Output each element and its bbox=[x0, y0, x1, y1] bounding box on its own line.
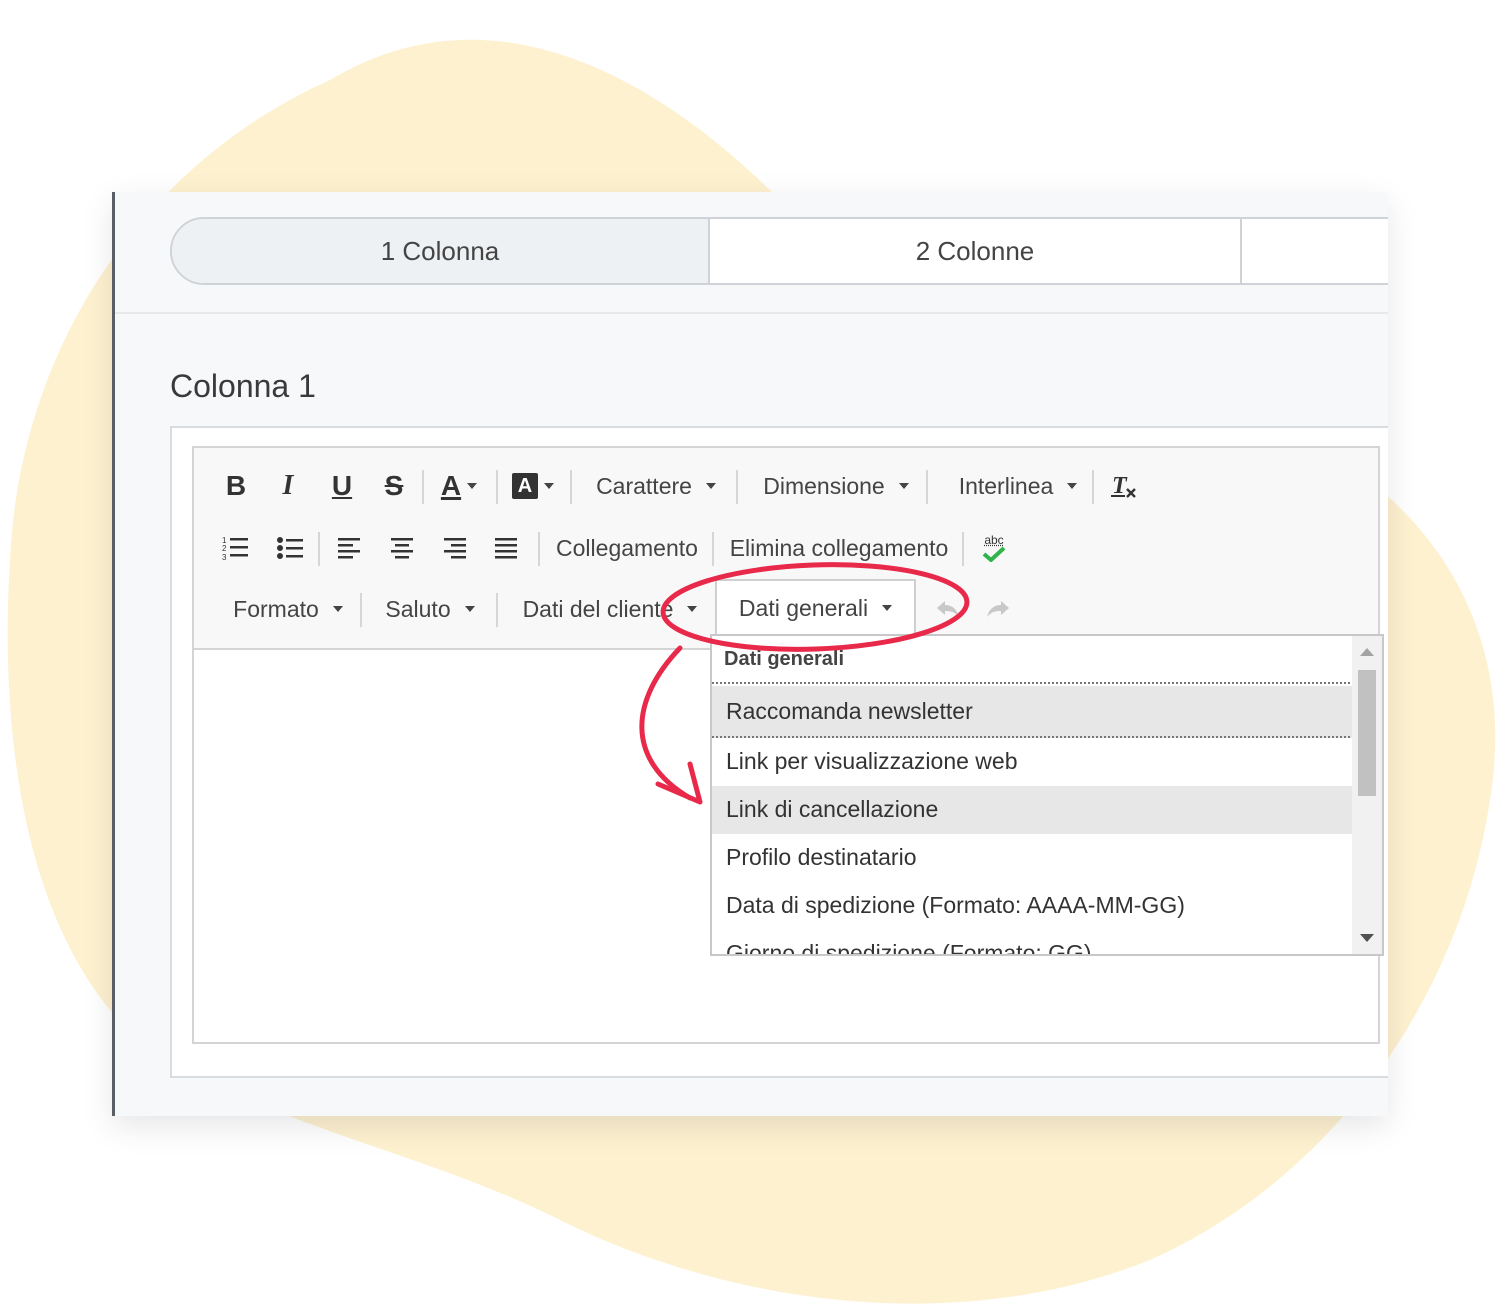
separator bbox=[538, 532, 540, 566]
separator bbox=[570, 470, 572, 504]
spellcheck-icon[interactable]: abc bbox=[972, 520, 1016, 576]
format-dropdown[interactable]: Formato bbox=[226, 581, 350, 637]
toolbar-row-2: 123 Collegamento Elimina collegamento ab… bbox=[194, 520, 1378, 576]
scroll-up-icon[interactable] bbox=[1360, 648, 1374, 656]
unlink-button[interactable]: Elimina collegamento bbox=[726, 520, 952, 576]
separator bbox=[712, 532, 714, 566]
column-title: Colonna 1 bbox=[170, 368, 316, 404]
separator bbox=[1092, 470, 1094, 504]
tab-3-columns[interactable] bbox=[1242, 219, 1388, 283]
align-center-icon[interactable] bbox=[382, 520, 422, 576]
svg-text:2: 2 bbox=[222, 544, 227, 553]
separator bbox=[318, 532, 320, 566]
menu-item-send-date[interactable]: Data di spedizione (Formato: AAAA-MM-GG) bbox=[712, 882, 1354, 930]
menu-item-unsubscribe-link[interactable]: Link di cancellazione bbox=[712, 786, 1354, 834]
underline-button[interactable]: U bbox=[322, 458, 362, 514]
strikethrough-button[interactable]: S bbox=[374, 458, 414, 514]
scroll-thumb[interactable] bbox=[1358, 670, 1376, 796]
tab-1-column[interactable]: 1 Colonna bbox=[172, 219, 710, 283]
general-data-dropdown[interactable]: Dati generali bbox=[715, 579, 916, 635]
numbered-list-icon[interactable]: 123 bbox=[216, 520, 256, 576]
svg-text:3: 3 bbox=[222, 553, 227, 561]
general-data-menu: Dati generali Raccomanda newsletter Link… bbox=[710, 634, 1384, 956]
divider bbox=[115, 312, 1388, 314]
redo-icon[interactable] bbox=[980, 581, 1016, 637]
size-dropdown[interactable]: Dimensione bbox=[752, 458, 920, 514]
separator bbox=[496, 593, 498, 627]
scroll-down-icon[interactable] bbox=[1360, 934, 1374, 942]
customer-data-dropdown[interactable]: Dati del cliente bbox=[516, 581, 704, 637]
menu-header: Dati generali bbox=[712, 636, 1354, 684]
italic-button[interactable]: I bbox=[268, 458, 308, 514]
text-color-icon: A bbox=[440, 470, 462, 501]
justify-icon[interactable] bbox=[486, 520, 526, 576]
menu-item-web-view-link[interactable]: Link per visualizzazione web bbox=[712, 738, 1354, 786]
separator bbox=[496, 470, 498, 504]
separator bbox=[736, 470, 738, 504]
font-dropdown[interactable]: Carattere bbox=[586, 458, 726, 514]
align-right-icon[interactable] bbox=[434, 520, 474, 576]
align-left-icon[interactable] bbox=[330, 520, 370, 576]
menu-scrollbar[interactable] bbox=[1352, 636, 1382, 954]
bulleted-list-icon[interactable] bbox=[270, 520, 310, 576]
menu-item-recommend-newsletter[interactable]: Raccomanda newsletter bbox=[712, 686, 1354, 738]
link-button[interactable]: Collegamento bbox=[552, 520, 702, 576]
line-height-dropdown[interactable]: Interlinea bbox=[944, 458, 1092, 514]
column-tabs: 1 Colonna 2 Colonne bbox=[170, 217, 1388, 285]
menu-item-recipient-profile[interactable]: Profilo destinatario bbox=[712, 834, 1354, 882]
editor-toolbar: B I U S A A Carattere Dimensione Interli… bbox=[194, 448, 1378, 650]
separator bbox=[926, 470, 928, 504]
menu-item-send-day[interactable]: Giorno di spedizione (Formato: GG) bbox=[712, 930, 1354, 954]
tab-2-columns[interactable]: 2 Colonne bbox=[710, 219, 1242, 283]
toolbar-row-1: B I U S A A Carattere Dimensione Interli… bbox=[194, 458, 1378, 514]
greeting-dropdown[interactable]: Saluto bbox=[380, 581, 480, 637]
toolbar-row-3: Formato Saluto Dati del cliente Dati gen… bbox=[194, 579, 1378, 637]
text-color-button[interactable]: A bbox=[434, 458, 484, 514]
undo-icon[interactable] bbox=[930, 581, 966, 637]
background-color-button[interactable]: A bbox=[508, 458, 558, 514]
separator bbox=[962, 532, 964, 566]
separator bbox=[422, 470, 424, 504]
remove-format-icon[interactable]: T bbox=[1104, 458, 1144, 514]
background-color-icon: A bbox=[512, 473, 538, 499]
separator bbox=[360, 593, 362, 627]
bold-button[interactable]: B bbox=[216, 458, 256, 514]
